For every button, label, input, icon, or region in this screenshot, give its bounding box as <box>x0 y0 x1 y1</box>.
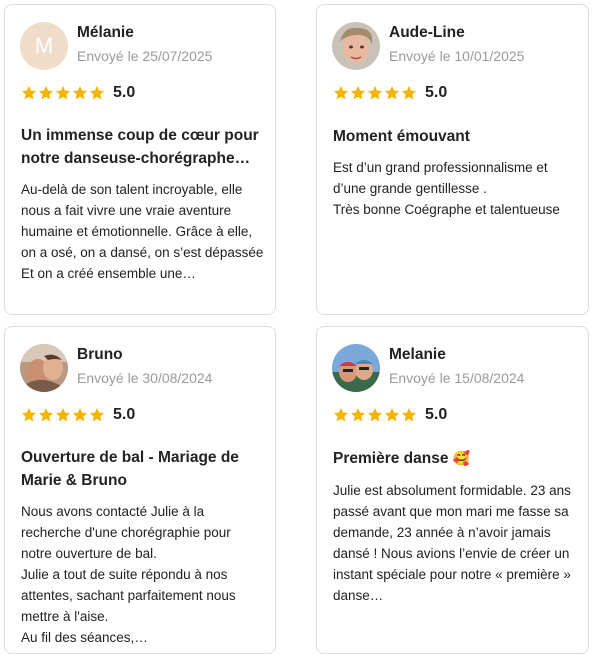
star-icon <box>351 86 365 100</box>
star-icon <box>39 408 53 422</box>
review-text: Nous avons contacté Julie à la recherche… <box>21 504 236 645</box>
reviewer-name: Mélanie <box>77 24 134 41</box>
star-icon <box>56 86 70 100</box>
smiling-face-with-hearts-icon: 🥰 <box>452 450 470 466</box>
star-icon <box>385 408 399 422</box>
star-rating <box>333 407 417 423</box>
review-date: Envoyé le 25/07/2025 <box>77 48 213 64</box>
rating-score: 5.0 <box>113 406 136 423</box>
review-card[interactable]: M Mélanie Envoyé le 25/07/2025 5.0 Un im… <box>4 4 276 315</box>
star-rating <box>333 85 417 101</box>
star-icon <box>39 86 53 100</box>
star-rating <box>21 407 105 423</box>
star-icon <box>90 408 104 422</box>
rating: 5.0 <box>333 406 447 424</box>
rating: 5.0 <box>21 84 135 102</box>
rating-score: 5.0 <box>425 406 448 423</box>
star-icon <box>402 408 416 422</box>
review-text: Est d’un grand professionnalisme et d’un… <box>333 160 560 217</box>
reviewer-name: Bruno <box>77 346 123 363</box>
review-date: Envoyé le 15/08/2024 <box>389 370 525 386</box>
review-card[interactable]: Melanie Envoyé le 15/08/2024 5.0 Premièr… <box>316 326 589 654</box>
rating-score: 5.0 <box>113 84 136 101</box>
review-date: Envoyé le 10/01/2025 <box>389 48 525 64</box>
review-title: Moment émouvant <box>333 128 470 145</box>
review-date: Envoyé le 30/08/2024 <box>77 370 213 386</box>
review-title: Un immense coup de cœur pour notre danse… <box>21 127 259 167</box>
star-icon <box>56 408 70 422</box>
review-card[interactable]: Aude-Line Envoyé le 10/01/2025 5.0 Momen… <box>316 4 589 315</box>
rating: 5.0 <box>21 406 135 424</box>
rating-score: 5.0 <box>425 84 448 101</box>
rating: 5.0 <box>333 84 447 102</box>
review-title: Première danse 🥰 <box>333 447 576 470</box>
star-icon <box>22 86 36 100</box>
review-title: Ouverture de bal - Mariage de Marie & Br… <box>21 449 239 489</box>
review-card[interactable]: Bruno Envoyé le 30/08/2024 5.0 Ouverture… <box>4 326 276 654</box>
review-text: Julie est absolument formidable. 23 ans … <box>333 483 571 603</box>
avatar <box>20 344 68 392</box>
review-text: Au-delà de son talent incroyable, elle n… <box>21 182 264 281</box>
star-icon <box>73 86 87 100</box>
star-icon <box>368 408 382 422</box>
star-icon <box>334 408 348 422</box>
avatar: M <box>20 22 68 70</box>
star-icon <box>402 86 416 100</box>
review-title-text: Première danse <box>333 450 449 467</box>
star-icon <box>385 86 399 100</box>
star-icon <box>22 408 36 422</box>
star-icon <box>90 86 104 100</box>
star-icon <box>351 408 365 422</box>
reviewer-name: Melanie <box>389 346 446 363</box>
reviewer-name: Aude-Line <box>389 24 465 41</box>
star-icon <box>334 86 348 100</box>
avatar <box>332 22 380 70</box>
star-icon <box>368 86 382 100</box>
star-icon <box>73 408 87 422</box>
avatar <box>332 344 380 392</box>
star-rating <box>21 85 105 101</box>
